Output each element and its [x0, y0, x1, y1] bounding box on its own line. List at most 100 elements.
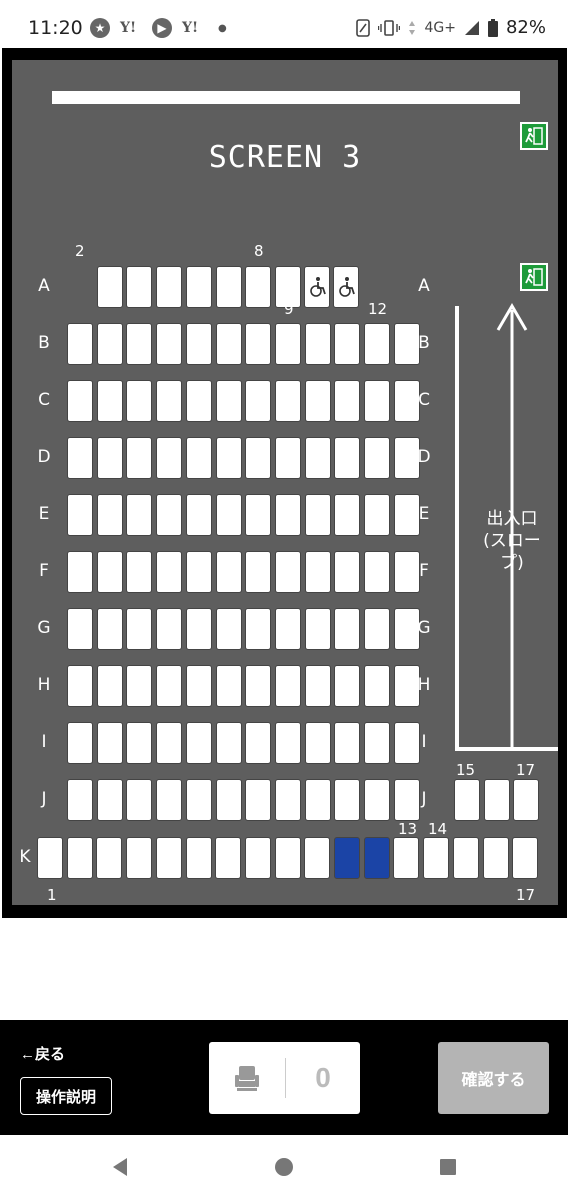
home-circle-icon[interactable] [272, 1155, 296, 1179]
seat-d3[interactable] [126, 437, 153, 479]
seat-f1[interactable] [67, 551, 93, 593]
seat-g1[interactable] [67, 608, 93, 650]
seat-a5[interactable] [185, 266, 212, 308]
seat-k17[interactable] [512, 837, 539, 879]
seat-k7[interactable] [215, 837, 242, 879]
seat-b4[interactable] [156, 323, 183, 365]
seat-b3[interactable] [126, 323, 153, 365]
confirm-button[interactable]: 確認する [438, 1042, 549, 1114]
seat-k6[interactable] [185, 837, 212, 879]
seat-h9[interactable] [304, 665, 331, 707]
seat-b6[interactable] [215, 323, 242, 365]
seat-i9[interactable] [304, 722, 331, 764]
seat-b1[interactable] [67, 323, 93, 365]
seat-j11[interactable] [364, 779, 390, 821]
seat-k5[interactable] [155, 837, 182, 879]
seat-e6[interactable] [215, 494, 242, 536]
seat-g7[interactable] [245, 608, 272, 650]
seat-b8[interactable] [274, 323, 301, 365]
seat-g11[interactable] [364, 608, 390, 650]
seat-k10[interactable] [304, 837, 331, 879]
seat-j17[interactable] [513, 779, 540, 821]
seat-f9[interactable] [304, 551, 331, 593]
seat-a6[interactable] [215, 266, 242, 308]
seat-g9[interactable] [304, 608, 331, 650]
seat-h3[interactable] [126, 665, 153, 707]
seat-b7[interactable] [245, 323, 272, 365]
seat-j1[interactable] [67, 779, 93, 821]
seat-j15[interactable] [454, 779, 480, 821]
seat-d10[interactable] [334, 437, 361, 479]
seat-g5[interactable] [185, 608, 212, 650]
seat-h8[interactable] [274, 665, 301, 707]
seat-k12[interactable] [363, 837, 390, 879]
seat-j3[interactable] [126, 779, 153, 821]
seat-f3[interactable] [126, 551, 153, 593]
seat-k9[interactable] [274, 837, 301, 879]
back-triangle-icon[interactable] [108, 1155, 132, 1179]
seat-k1[interactable] [37, 837, 63, 879]
seat-k2[interactable] [66, 837, 93, 879]
seat-e8[interactable] [274, 494, 301, 536]
seat-c10[interactable] [334, 380, 361, 422]
seat-e9[interactable] [304, 494, 331, 536]
seat-e10[interactable] [334, 494, 361, 536]
seat-d6[interactable] [215, 437, 242, 479]
seat-k14[interactable] [423, 837, 450, 879]
seat-j5[interactable] [185, 779, 212, 821]
seat-c5[interactable] [185, 380, 212, 422]
seat-c1[interactable] [67, 380, 93, 422]
seat-j7[interactable] [245, 779, 272, 821]
seat-i11[interactable] [364, 722, 390, 764]
seat-c8[interactable] [274, 380, 301, 422]
seat-d5[interactable] [185, 437, 212, 479]
seat-d8[interactable] [274, 437, 301, 479]
seat-i3[interactable] [126, 722, 153, 764]
seat-k13[interactable] [393, 837, 420, 879]
seat-c9[interactable] [304, 380, 331, 422]
recents-square-icon[interactable] [436, 1155, 460, 1179]
seat-g6[interactable] [215, 608, 242, 650]
seat-g3[interactable] [126, 608, 153, 650]
seat-f4[interactable] [156, 551, 183, 593]
seat-e4[interactable] [156, 494, 183, 536]
seat-h6[interactable] [215, 665, 242, 707]
seat-g10[interactable] [334, 608, 361, 650]
seat-j6[interactable] [215, 779, 242, 821]
seat-g2[interactable] [96, 608, 123, 650]
seat-b10[interactable] [334, 323, 361, 365]
seat-e7[interactable] [245, 494, 272, 536]
seat-h4[interactable] [156, 665, 183, 707]
seat-f5[interactable] [185, 551, 212, 593]
seat-d7[interactable] [245, 437, 272, 479]
seat-j9[interactable] [304, 779, 331, 821]
seat-i7[interactable] [245, 722, 272, 764]
seat-a3[interactable] [126, 266, 153, 308]
seat-h1[interactable] [67, 665, 93, 707]
seat-a4[interactable] [156, 266, 183, 308]
seat-i6[interactable] [215, 722, 242, 764]
seat-k3[interactable] [96, 837, 123, 879]
seat-i2[interactable] [96, 722, 123, 764]
seat-k11[interactable] [334, 837, 360, 879]
seat-c3[interactable] [126, 380, 153, 422]
seat-k4[interactable] [126, 837, 153, 879]
seat-g4[interactable] [156, 608, 183, 650]
seat-i5[interactable] [185, 722, 212, 764]
seat-e3[interactable] [126, 494, 153, 536]
seat-h10[interactable] [334, 665, 361, 707]
seat-i4[interactable] [156, 722, 183, 764]
seat-b2[interactable] [96, 323, 123, 365]
seat-e11[interactable] [364, 494, 390, 536]
seat-d9[interactable] [304, 437, 331, 479]
seat-i1[interactable] [67, 722, 93, 764]
seat-c11[interactable] [364, 380, 390, 422]
seat-j16[interactable] [483, 779, 510, 821]
seat-h2[interactable] [96, 665, 123, 707]
seat-d4[interactable] [156, 437, 183, 479]
seat-j4[interactable] [156, 779, 183, 821]
seat-b5[interactable] [185, 323, 212, 365]
seat-k8[interactable] [244, 837, 271, 879]
seat-j8[interactable] [274, 779, 301, 821]
seat-e5[interactable] [185, 494, 212, 536]
